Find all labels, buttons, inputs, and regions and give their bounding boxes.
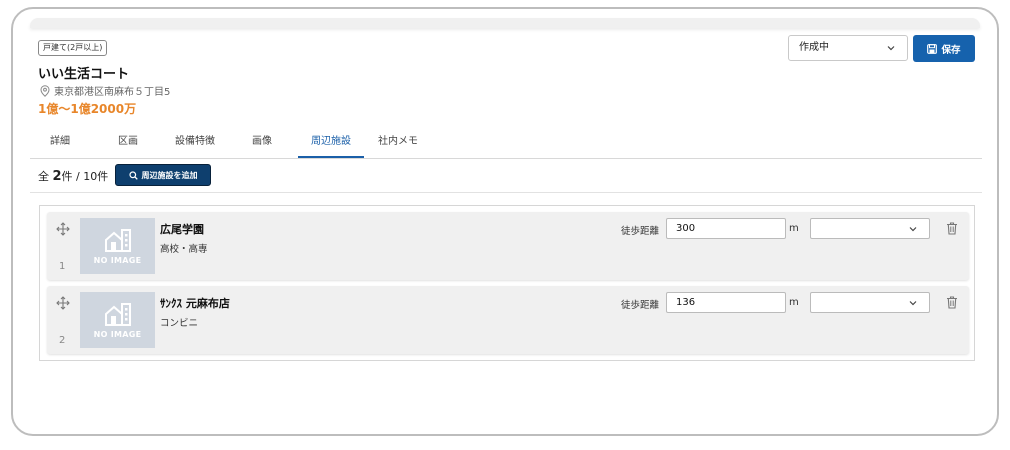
count-prefix: 全 bbox=[38, 170, 49, 183]
location-pin-icon bbox=[40, 84, 50, 97]
no-image-text: NO IMAGE bbox=[93, 256, 142, 265]
trash-icon[interactable] bbox=[946, 296, 958, 309]
save-icon bbox=[927, 43, 938, 54]
add-facility-button[interactable]: 周辺施設を追加 bbox=[115, 164, 211, 186]
no-image-text: NO IMAGE bbox=[93, 330, 142, 339]
drag-handle-icon[interactable] bbox=[56, 296, 70, 310]
distance-unit: m bbox=[789, 223, 799, 234]
row-index: 2 bbox=[59, 335, 66, 346]
tab-equipment[interactable]: 設備特徴 bbox=[167, 132, 223, 158]
status-select-value: 作成中 bbox=[799, 42, 829, 53]
no-image-building-icon bbox=[104, 229, 131, 252]
trash-icon[interactable] bbox=[946, 222, 958, 235]
chevron-down-icon bbox=[887, 46, 895, 51]
facility-row: 2 NO IMAGE ｻﾝｸｽ 元麻布店 コンビニ 徒歩距離 136 m bbox=[47, 286, 969, 354]
tab-internal-memo[interactable]: 社内メモ bbox=[370, 132, 426, 158]
facility-select[interactable] bbox=[810, 218, 930, 239]
facility-select[interactable] bbox=[810, 292, 930, 313]
facility-name: ｻﾝｸｽ 元麻布店 bbox=[160, 297, 230, 310]
property-price: 1億〜1億2000万 bbox=[38, 102, 137, 116]
tab-details[interactable]: 詳細 bbox=[40, 132, 80, 158]
tab-bar: 詳細 区画 設備特徴 画像 周辺施設 社内メモ bbox=[30, 127, 982, 159]
save-button[interactable]: 保存 bbox=[913, 35, 975, 62]
tab-lots[interactable]: 区画 bbox=[108, 132, 148, 158]
add-facility-label: 周辺施設を追加 bbox=[141, 170, 198, 180]
walking-distance-label: 徒歩距離 bbox=[621, 300, 660, 311]
property-type-badge: 戸建て(2戸以上) bbox=[38, 40, 108, 56]
row-index: 1 bbox=[59, 261, 66, 272]
walking-distance-label: 徒歩距離 bbox=[621, 226, 660, 237]
divider bbox=[30, 192, 982, 193]
chevron-down-icon bbox=[909, 301, 917, 306]
save-button-label: 保存 bbox=[941, 44, 961, 56]
status-select[interactable]: 作成中 bbox=[788, 35, 908, 61]
property-title: いい生活コート bbox=[38, 67, 130, 82]
address-text: 東京都港区南麻布５丁目5 bbox=[54, 87, 171, 98]
facility-name: 広尾学園 bbox=[160, 223, 204, 236]
count-value: 2 bbox=[52, 169, 62, 184]
walking-distance-input[interactable]: 300 bbox=[666, 218, 786, 239]
property-address: 東京都港区南麻布５丁目5 bbox=[40, 83, 170, 98]
count-suffix: 件 / 10件 bbox=[61, 170, 109, 183]
no-image-building-icon bbox=[104, 303, 131, 326]
drag-handle-icon[interactable] bbox=[56, 222, 70, 236]
tab-nearby-facilities[interactable]: 周辺施設 bbox=[298, 132, 364, 158]
facility-thumbnail: NO IMAGE bbox=[80, 218, 155, 274]
facility-count: 全 2件 / 10件 bbox=[38, 168, 108, 184]
chevron-down-icon bbox=[909, 227, 917, 232]
search-icon bbox=[128, 170, 138, 180]
facility-row: 1 NO IMAGE 広尾学園 高校・高専 徒歩距離 300 m bbox=[47, 212, 969, 280]
walking-distance-input[interactable]: 136 bbox=[666, 292, 786, 313]
tab-images[interactable]: 画像 bbox=[242, 132, 282, 158]
facility-category: 高校・高専 bbox=[160, 244, 208, 255]
facility-list: 1 NO IMAGE 広尾学園 高校・高専 徒歩距離 300 m 2 NO IM… bbox=[39, 205, 975, 361]
facility-category: コンビニ bbox=[160, 318, 199, 329]
card-top-strip bbox=[30, 18, 980, 28]
facility-thumbnail: NO IMAGE bbox=[80, 292, 155, 348]
distance-unit: m bbox=[789, 297, 799, 308]
